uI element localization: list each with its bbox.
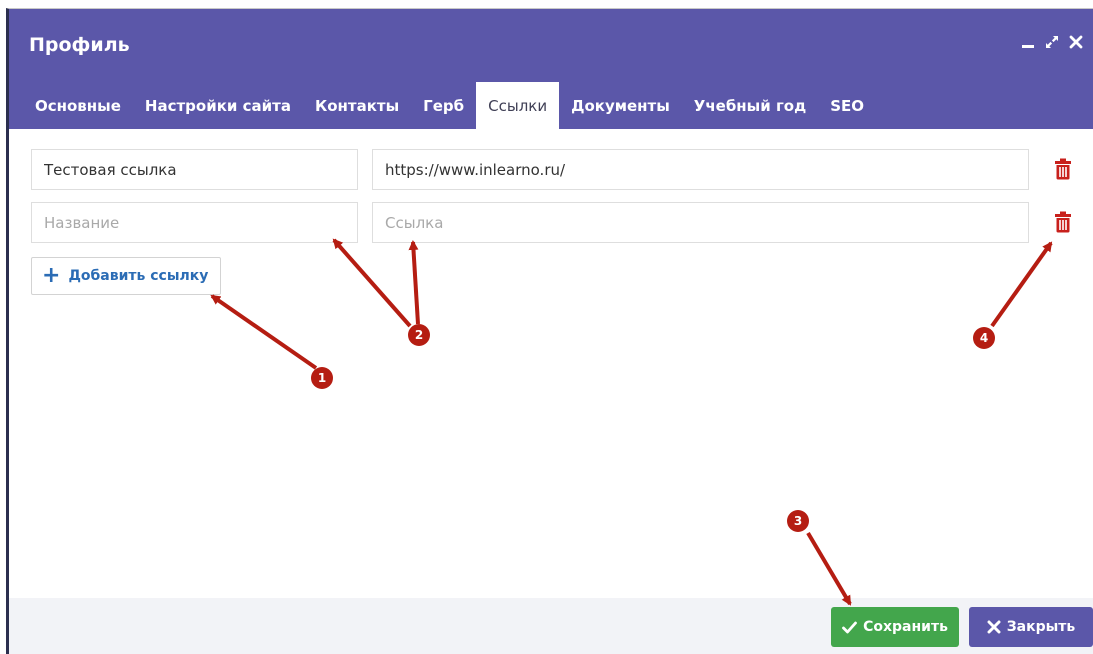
window-controls [1019, 33, 1085, 51]
delete-link-icon[interactable] [1054, 158, 1072, 180]
window-footer: Сохранить Закрыть [9, 598, 1093, 654]
close-x-icon [987, 620, 1001, 634]
link-name-input[interactable] [31, 202, 358, 243]
close-button[interactable]: Закрыть [969, 607, 1093, 647]
link-url-input[interactable] [372, 149, 1029, 190]
save-label: Сохранить [863, 619, 948, 635]
tab-documents[interactable]: Документы [559, 82, 682, 129]
tab-links[interactable]: Ссылки [476, 82, 560, 129]
tab-contacts[interactable]: Контакты [303, 82, 411, 129]
close-icon[interactable] [1067, 33, 1085, 51]
save-button[interactable]: Сохранить [831, 607, 959, 647]
window-title: Профиль [29, 34, 130, 56]
links-panel: + Добавить ссылку [9, 129, 1093, 598]
tab-academic-year[interactable]: Учебный год [682, 82, 818, 129]
plus-icon: + [42, 263, 61, 288]
checkmark-icon [842, 621, 857, 633]
annotation-marker-3: 3 [787, 510, 809, 532]
annotation-marker-4: 4 [973, 327, 995, 349]
link-name-input[interactable] [31, 149, 358, 190]
tab-site-settings[interactable]: Настройки сайта [133, 82, 303, 129]
minimize-icon[interactable] [1019, 33, 1037, 51]
tab-emblem[interactable]: Герб [411, 82, 476, 129]
window-header: Профиль Основные Настройки сайта Контакт… [9, 9, 1093, 129]
delete-link-icon[interactable] [1054, 211, 1072, 233]
annotation-marker-1: 1 [311, 367, 333, 389]
add-link-button[interactable]: + Добавить ссылку [31, 257, 221, 295]
maximize-icon[interactable] [1043, 33, 1061, 51]
close-label: Закрыть [1006, 619, 1076, 635]
annotation-marker-2: 2 [408, 324, 430, 346]
tab-seo[interactable]: SEO [818, 82, 876, 129]
link-url-input[interactable] [372, 202, 1029, 243]
profile-window: Профиль Основные Настройки сайта Контакт… [6, 8, 1093, 654]
tab-bar: Основные Настройки сайта Контакты Герб С… [29, 82, 876, 129]
tab-main[interactable]: Основные [29, 82, 133, 129]
add-link-label: Добавить ссылку [68, 268, 209, 284]
